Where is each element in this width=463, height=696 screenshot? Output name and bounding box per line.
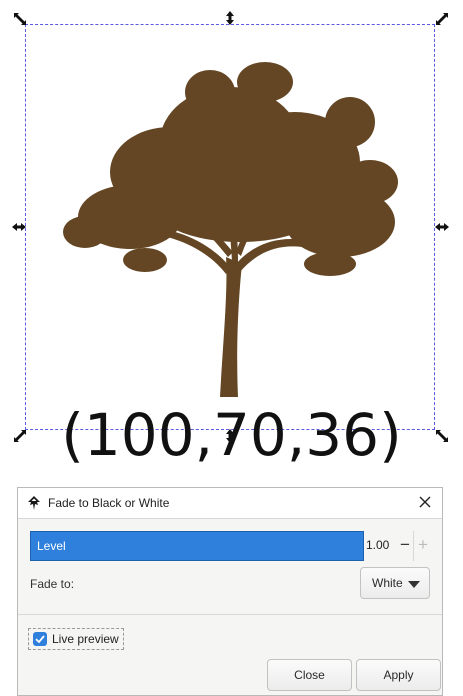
live-preview-checkbox[interactable]: Live preview (28, 628, 124, 650)
level-decrement-button[interactable]: − (398, 534, 412, 556)
fade-to-label: Fade to: (30, 577, 75, 591)
inkscape-icon (26, 495, 42, 511)
dialog-titlebar[interactable]: Fade to Black or White (18, 488, 442, 519)
caret-down-icon (408, 581, 420, 588)
fade-to-dropdown[interactable]: White (360, 567, 430, 599)
drawing-canvas[interactable]: (100,70,36) (0, 0, 463, 482)
close-button[interactable]: Close (267, 659, 352, 691)
level-slider[interactable]: Level (30, 531, 364, 561)
tree-silhouette[interactable] (50, 52, 410, 402)
close-icon[interactable] (416, 493, 434, 511)
rgb-value-text[interactable]: (100,70,36) (0, 400, 463, 470)
scale-handle-left-icon[interactable] (12, 220, 26, 234)
fade-dialog: Fade to Black or White Level 1.00 − + Fa… (17, 487, 443, 696)
dialog-title: Fade to Black or White (48, 496, 170, 510)
level-label: Level (37, 539, 66, 553)
divider (18, 614, 442, 615)
apply-button[interactable]: Apply (356, 659, 441, 691)
scale-handle-top-right-icon[interactable] (435, 12, 449, 26)
spin-divider (413, 531, 414, 561)
live-preview-label: Live preview (52, 632, 119, 646)
scale-handle-top-icon[interactable] (223, 11, 237, 25)
level-increment-button[interactable]: + (416, 534, 430, 556)
scale-handle-top-left-icon[interactable] (13, 12, 27, 26)
checkmark-icon[interactable] (33, 632, 47, 646)
scale-handle-right-icon[interactable] (435, 220, 449, 234)
level-value[interactable]: 1.00 (366, 538, 389, 552)
fade-to-selected-value: White (372, 576, 403, 590)
